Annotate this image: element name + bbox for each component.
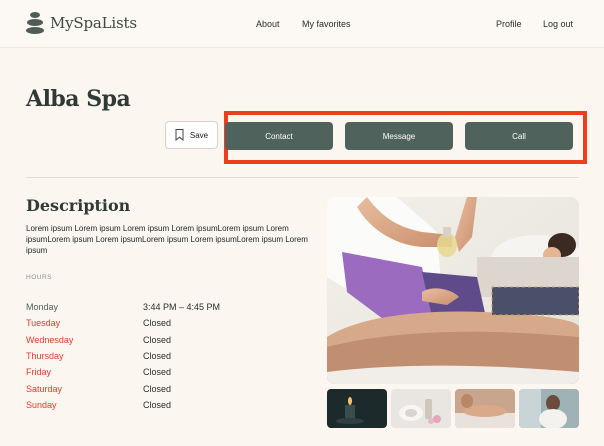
hours-time: Closed — [143, 399, 172, 410]
hours-time: Closed — [143, 318, 172, 329]
message-button-label: Message — [382, 131, 416, 141]
nav-profile[interactable]: Profile — [496, 19, 522, 29]
hours-time: 3:44 PM – 4:45 PM — [143, 302, 221, 312]
thumbnail-3[interactable] — [455, 389, 515, 428]
massage-table-photo-image — [455, 389, 515, 428]
hours-row: Sunday Closed — [26, 400, 306, 414]
top-navbar: MySpaLists About My favorites Profile Lo… — [0, 0, 604, 48]
call-button-label: Call — [512, 131, 526, 141]
brand-name: MySpaLists — [50, 14, 137, 32]
hours-time: Closed — [143, 383, 172, 394]
contact-button[interactable]: Contact — [225, 122, 333, 150]
section-divider — [26, 177, 579, 178]
candle-photo-image — [327, 389, 387, 428]
hours-day: Thursday — [26, 350, 64, 361]
hours-row: Tuesday Closed — [26, 318, 306, 332]
stone-stack-icon — [26, 12, 44, 34]
hours-row: Wednesday Closed — [26, 335, 306, 349]
message-button[interactable]: Message — [345, 122, 453, 150]
hours-time: Closed — [143, 350, 172, 361]
hours-row: Monday 3:44 PM – 4:45 PM — [26, 302, 306, 316]
hours-row: Friday Closed — [26, 367, 306, 381]
main-photo[interactable] — [327, 197, 579, 384]
massage-photo-image — [327, 197, 579, 384]
save-button-label: Save — [189, 130, 209, 140]
call-button[interactable]: Call — [465, 122, 573, 150]
hours-row: Thursday Closed — [26, 351, 306, 365]
thumbnail-1[interactable] — [327, 389, 387, 428]
hours-day: Tuesday — [26, 318, 61, 329]
hours-day: Sunday — [26, 399, 57, 410]
description-heading: Description — [26, 196, 131, 215]
bookmark-icon — [175, 129, 184, 141]
hours-time: Closed — [143, 334, 172, 345]
description-text: Lorem ipsum Lorem ipsum Lorem ipsum Lore… — [26, 224, 308, 255]
nav-log-out[interactable]: Log out — [543, 19, 573, 29]
hours-day: Saturday — [26, 383, 63, 394]
contact-button-label: Contact — [265, 131, 293, 141]
thumbnail-4[interactable] — [519, 389, 579, 428]
towels-photo-image — [391, 389, 451, 428]
brand-logo[interactable]: MySpaLists — [26, 12, 137, 34]
nav-about[interactable]: About — [256, 19, 280, 29]
save-button[interactable]: Save — [165, 121, 218, 149]
spa-treatment-photo-image — [519, 389, 579, 428]
hours-day: Friday — [26, 367, 52, 378]
hours-row: Saturday Closed — [26, 384, 306, 398]
hours-day: Wednesday — [26, 334, 74, 345]
page-title: Alba Spa — [26, 86, 131, 112]
hours-day: Monday — [26, 302, 59, 312]
hours-label: HOURS — [26, 274, 52, 281]
nav-my-favorites[interactable]: My favorites — [302, 19, 351, 29]
hours-time: Closed — [143, 367, 172, 378]
thumbnail-2[interactable] — [391, 389, 451, 428]
